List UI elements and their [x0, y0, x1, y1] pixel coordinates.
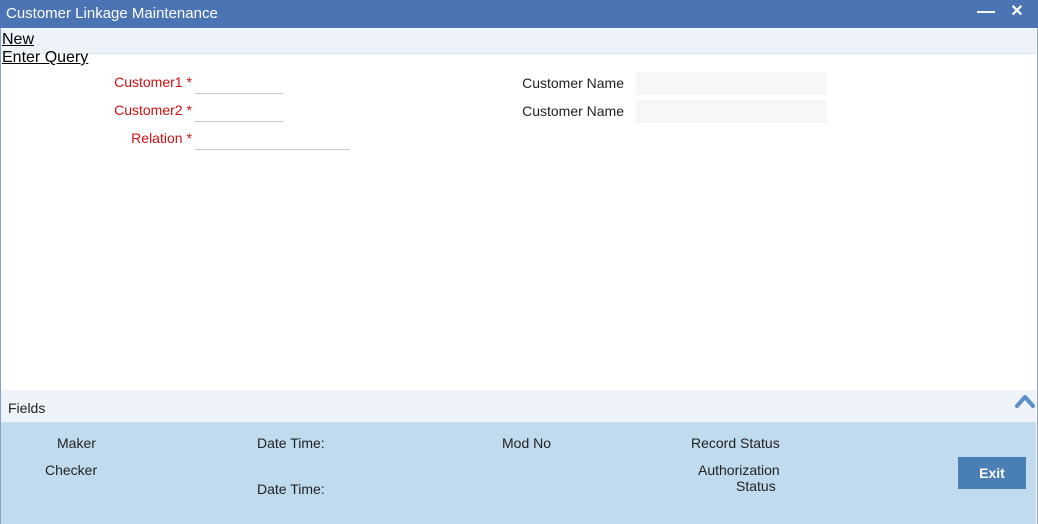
relation-field[interactable]	[195, 128, 350, 150]
mod-no-label: Mod No	[502, 435, 552, 451]
required-star: *	[186, 130, 192, 146]
authorization-status-label: Status	[736, 478, 776, 494]
authorization-label: Authorization	[698, 462, 780, 478]
enter-query-link[interactable]: Enter Query	[2, 49, 88, 67]
customer-name-label-1: Customer Name	[522, 75, 624, 91]
checker-label: Checker	[45, 462, 98, 478]
relation-label: Relation *	[131, 130, 192, 146]
customer1-field[interactable]	[195, 72, 284, 94]
fields-label: Fields	[8, 400, 46, 416]
maker-label: Maker	[57, 435, 96, 451]
required-star: *	[186, 102, 192, 118]
menu-strip	[1, 29, 1036, 54]
maker-date-time-label: Date Time:	[257, 435, 325, 451]
customer1-label: Customer1 *	[114, 74, 192, 90]
record-status-label: Record Status	[691, 435, 780, 451]
customer2-field[interactable]	[195, 100, 284, 122]
window-title: Customer Linkage Maintenance	[6, 5, 218, 22]
customer-name-field-1[interactable]	[636, 72, 827, 94]
chevron-up-icon[interactable]	[1014, 392, 1036, 410]
required-star: *	[186, 74, 192, 90]
title-bar: Customer Linkage Maintenance — ✕	[0, 0, 1038, 28]
fields-bar: Fields	[1, 390, 1036, 422]
minimize-icon[interactable]: —	[975, 0, 997, 28]
exit-button[interactable]: Exit	[958, 457, 1026, 489]
customer-name-label-2: Customer Name	[522, 103, 624, 119]
customer2-label: Customer2 *	[114, 102, 192, 118]
checker-date-time-label: Date Time:	[257, 481, 325, 497]
close-icon[interactable]: ✕	[1006, 0, 1028, 28]
new-link[interactable]: New	[2, 31, 34, 49]
customer-name-field-2[interactable]	[636, 100, 827, 122]
